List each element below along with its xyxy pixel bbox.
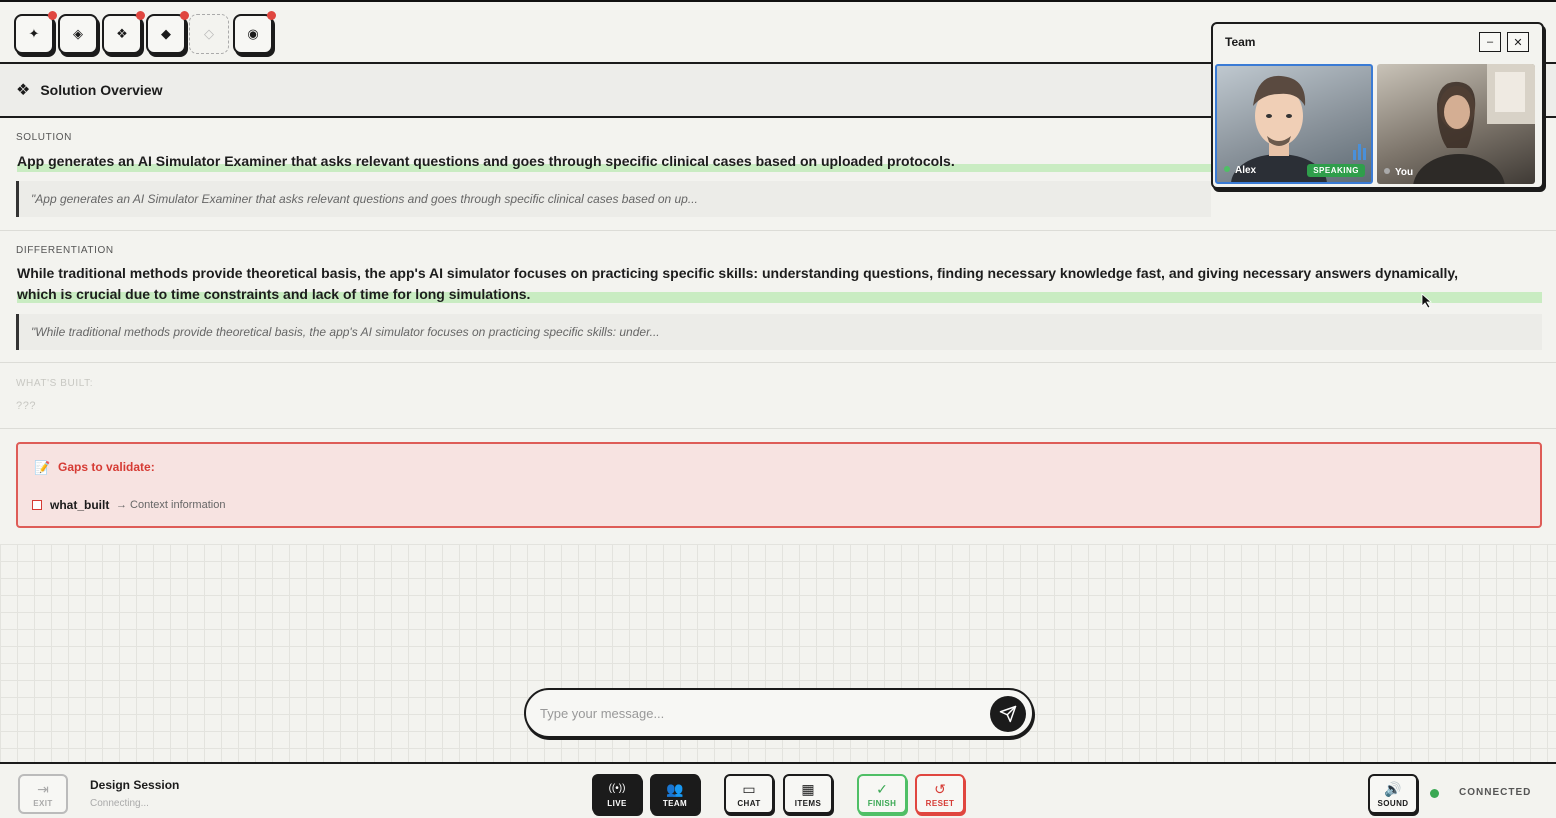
users-icon: 👥	[666, 780, 684, 797]
team-label: TEAM	[662, 798, 688, 808]
sparkle-tool-button[interactable]: ✦	[14, 11, 57, 54]
bottom-bar: ⇥ EXIT Design Session Connecting... ((•)…	[0, 762, 1556, 818]
chat-button[interactable]: ▭ CHAT	[724, 774, 774, 814]
page-title: Solution Overview	[40, 82, 163, 98]
target-tool-button[interactable]: ◉	[233, 11, 276, 54]
solution-quote-text: "App generates an AI Simulator Examiner …	[31, 192, 698, 206]
whats-built-value: ???	[16, 400, 37, 412]
session-status: Connecting...	[90, 798, 149, 809]
close-icon: ✕	[1513, 36, 1523, 49]
exit-button[interactable]: ⇥ EXIT	[18, 774, 68, 814]
you-video-feed	[1413, 64, 1535, 184]
diamond-icon: ◆	[161, 26, 171, 41]
session-title: Design Session	[90, 778, 180, 792]
team-panel: Team – ✕ Alex SPEAKING You	[1211, 22, 1544, 189]
reset-label: RESET	[925, 798, 955, 808]
items-label: ITEMS	[794, 798, 822, 808]
you-name: You	[1395, 167, 1414, 178]
section-divider	[0, 362, 1556, 363]
cluster-icon: ❖	[116, 26, 128, 41]
chat-label: CHAT	[737, 798, 761, 808]
gaps-title: Gaps to validate:	[58, 460, 155, 474]
sound-label: SOUND	[1377, 798, 1409, 808]
minimize-icon: –	[1486, 36, 1494, 48]
sound-button[interactable]: 🔊 SOUND	[1368, 774, 1418, 814]
sparkle-icon: ✦	[28, 26, 40, 41]
close-button[interactable]: ✕	[1507, 32, 1529, 52]
message-input[interactable]	[540, 702, 970, 724]
exit-icon: ⇥	[37, 780, 49, 797]
broadcast-icon: ((•))	[608, 782, 626, 794]
empty-diamond-icon: ◇	[204, 26, 214, 41]
differentiation-text-line2: which is crucial due to time constraints…	[17, 286, 531, 302]
live-label: LIVE	[607, 798, 627, 808]
send-button[interactable]	[990, 696, 1026, 732]
solution-label: SOLUTION	[16, 132, 72, 143]
empty-tool-slot[interactable]: ◇	[189, 14, 229, 54]
check-icon: ✓	[876, 780, 888, 797]
video-tile-alex[interactable]: Alex SPEAKING	[1215, 64, 1373, 184]
cluster-tool-button[interactable]: ❖	[102, 11, 145, 54]
gap-checkbox[interactable]	[32, 500, 42, 510]
target-icon: ◉	[247, 26, 259, 41]
reset-icon: ↺	[934, 780, 946, 797]
differentiation-quote: "While traditional methods provide theor…	[16, 314, 1542, 350]
grid-icon: ▦	[801, 780, 815, 797]
notification-dot	[180, 11, 189, 20]
diamond-outline-icon: ◈	[73, 26, 83, 41]
diamond-outline-tool-button[interactable]: ◈	[58, 14, 98, 54]
notification-dot	[136, 11, 145, 20]
gap-item-description: → Context information	[116, 499, 226, 511]
minimize-button[interactable]: –	[1479, 32, 1501, 52]
alex-name: Alex	[1235, 165, 1257, 176]
mouse-cursor-icon	[1421, 293, 1433, 314]
diamond-tool-button[interactable]: ◆	[146, 11, 189, 54]
finish-label: FINISH	[867, 798, 897, 808]
section-divider	[0, 230, 1556, 231]
speaking-badge: SPEAKING	[1307, 164, 1365, 177]
gap-item-name: what_built	[50, 498, 110, 512]
connection-status: CONNECTED	[1459, 787, 1532, 798]
video-tile-you[interactable]: You	[1377, 64, 1535, 184]
connection-status-dot	[1430, 789, 1439, 798]
items-button[interactable]: ▦ ITEMS	[783, 774, 833, 814]
differentiation-quote-text: "While traditional methods provide theor…	[31, 325, 660, 339]
team-panel-title: Team	[1225, 35, 1256, 49]
differentiation-label: DIFFERENTIATION	[16, 245, 114, 256]
notification-dot	[267, 11, 276, 20]
differentiation-text-line1: While traditional methods provide theore…	[17, 265, 1459, 281]
alex-status-dot	[1224, 166, 1230, 172]
finish-button[interactable]: ✓ FINISH	[857, 774, 907, 814]
overview-icon: ❖	[16, 82, 31, 99]
exit-label: EXIT	[33, 798, 53, 808]
solution-quote: "App generates an AI Simulator Examiner …	[16, 181, 1211, 217]
notification-dot	[48, 11, 57, 20]
solution-text: App generates an AI Simulator Examiner t…	[17, 153, 955, 169]
send-icon	[999, 705, 1017, 723]
reset-button[interactable]: ↺ RESET	[915, 774, 965, 814]
speaker-icon: 🔊	[1384, 780, 1402, 797]
message-bar	[524, 688, 1034, 738]
gaps-panel: 📝 Gaps to validate: what_built → Context…	[16, 442, 1542, 528]
memo-icon: 📝	[34, 460, 51, 475]
section-divider	[0, 428, 1556, 429]
team-button[interactable]: 👥 TEAM	[650, 774, 700, 814]
chat-icon: ▭	[742, 780, 756, 797]
live-button[interactable]: ((•)) LIVE	[592, 774, 642, 814]
whats-built-label: WHAT'S BUILT:	[16, 378, 94, 389]
you-status-dot	[1384, 168, 1390, 174]
